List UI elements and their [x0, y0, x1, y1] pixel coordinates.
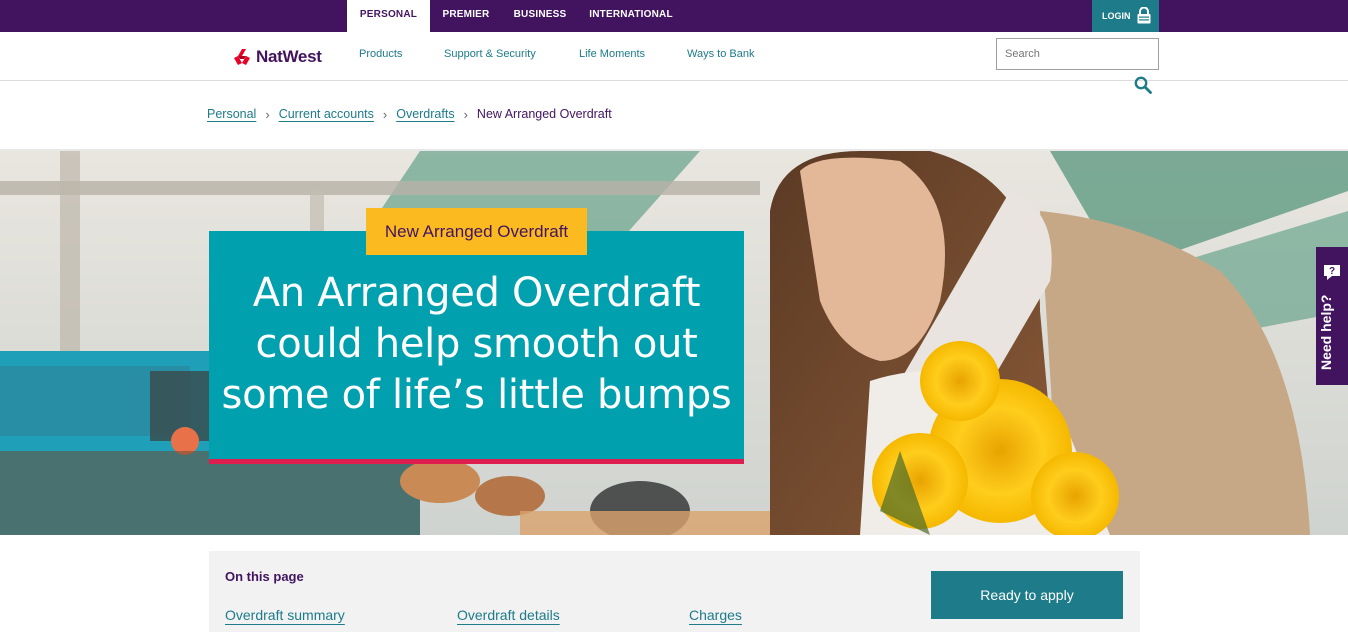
- need-help-label: Need help?: [1318, 294, 1334, 370]
- chevron-right-icon: ›: [382, 106, 388, 122]
- login-button[interactable]: LOGIN: [1092, 0, 1159, 32]
- link-overdraft-summary[interactable]: Overdraft summary: [225, 607, 345, 623]
- hero-title-line: could help smooth out: [255, 321, 698, 367]
- nav-support-security[interactable]: Support & Security: [444, 48, 536, 60]
- hero-title-line: An Arranged Overdraft: [252, 270, 701, 316]
- breadcrumb-personal[interactable]: Personal: [207, 107, 256, 121]
- search-icon[interactable]: [1134, 76, 1152, 94]
- tab-personal[interactable]: PERSONAL: [347, 0, 430, 32]
- breadcrumb-current-page: New Arranged Overdraft: [476, 107, 612, 121]
- ready-to-apply-button[interactable]: Ready to apply: [931, 571, 1123, 619]
- tab-premier[interactable]: PREMIER: [436, 0, 496, 32]
- natwest-logo[interactable]: NatWest: [232, 46, 322, 68]
- main-navigation: NatWest Products Support & Security Life…: [0, 32, 1348, 81]
- chevron-right-icon: ›: [265, 106, 270, 122]
- link-charges[interactable]: Charges: [689, 607, 742, 623]
- hero-tag: New Arranged Overdraft: [366, 208, 587, 255]
- hero-title-line: some of life’s little bumps: [221, 372, 732, 418]
- tab-business[interactable]: BUSINESS: [506, 0, 574, 32]
- lock-icon: [1137, 7, 1151, 24]
- brand-name: NatWest: [256, 47, 322, 66]
- breadcrumb: Personal › Current accounts › Overdrafts…: [207, 105, 612, 123]
- search-input[interactable]: [996, 38, 1159, 70]
- nav-products[interactable]: Products: [359, 48, 402, 60]
- natwest-chevrons-logo: [234, 49, 250, 65]
- svg-text:?: ?: [1329, 266, 1335, 277]
- login-label: LOGIN: [1102, 11, 1131, 21]
- hero-title: An Arranged Overdraft could help smooth …: [209, 268, 744, 421]
- link-overdraft-details[interactable]: Overdraft details: [457, 607, 560, 623]
- nav-life-moments[interactable]: Life Moments: [579, 48, 645, 60]
- chat-bubble-icon: ?: [1324, 265, 1340, 280]
- breadcrumb-current-accounts[interactable]: Current accounts: [279, 107, 374, 121]
- on-this-page-title: On this page: [225, 569, 304, 584]
- chevron-right-icon: ›: [463, 106, 468, 122]
- breadcrumb-overdrafts[interactable]: Overdrafts: [396, 107, 454, 121]
- nav-ways-to-bank[interactable]: Ways to Bank: [687, 48, 754, 60]
- tab-international[interactable]: INTERNATIONAL: [584, 0, 678, 32]
